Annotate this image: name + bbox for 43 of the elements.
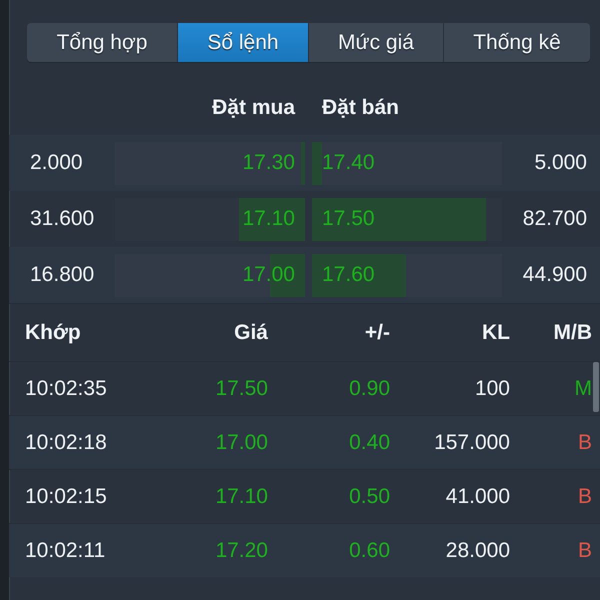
price-change: 0.90: [349, 376, 390, 400]
column-header: Giá: [234, 320, 268, 344]
ask-volume: 5.000: [534, 151, 587, 175]
ask-volume: 82.700: [522, 207, 587, 231]
price-change: 0.40: [349, 430, 390, 454]
ask-price: 17.40: [322, 151, 375, 175]
match-time: 10:02:11: [25, 538, 106, 562]
match-time: 10:02:18: [25, 430, 107, 454]
scrollbar-thumb[interactable]: [593, 362, 599, 412]
column-header: +/-: [364, 320, 390, 344]
price-change: 0.50: [349, 484, 390, 508]
bid-volume: 31.600: [30, 207, 94, 231]
column-header: M/B: [554, 320, 592, 344]
bid-volume: 16.800: [30, 263, 94, 287]
trade-side: B: [578, 430, 592, 454]
price-change: 0.60: [349, 538, 390, 562]
match-volume: 100: [474, 376, 510, 400]
match-volume: 28.000: [446, 538, 510, 562]
trade-side: B: [578, 484, 592, 508]
column-header: KL: [482, 320, 510, 344]
trade-side: B: [578, 538, 592, 562]
bid-price: 17.30: [242, 151, 295, 175]
match-volume: 41.000: [446, 484, 510, 508]
ask-price: 17.60: [322, 263, 375, 287]
match-price: 17.50: [215, 376, 268, 400]
bid-volume: 2.000: [30, 151, 83, 175]
column-header: Đặt bán: [321, 96, 400, 120]
ask-volume: 44.900: [522, 263, 587, 287]
bid-price: 17.10: [242, 207, 295, 231]
match-price: 17.20: [215, 538, 268, 562]
tab[interactable]: Thống kê: [444, 23, 590, 62]
tab[interactable]: Sổ lệnh: [178, 23, 309, 62]
trade-side: M: [574, 376, 592, 400]
column-header: Đặt mua: [212, 96, 296, 120]
tab[interactable]: Mức giá: [309, 23, 444, 62]
bid-price: 17.00: [242, 263, 295, 287]
match-time: 10:02:35: [25, 376, 107, 400]
column-header: Khớp: [25, 320, 81, 344]
match-price: 17.10: [215, 484, 268, 508]
match-price: 17.00: [215, 430, 268, 454]
match-volume: 157.000: [434, 430, 510, 454]
match-time: 10:02:15: [25, 484, 107, 508]
ask-price: 17.50: [322, 207, 375, 231]
